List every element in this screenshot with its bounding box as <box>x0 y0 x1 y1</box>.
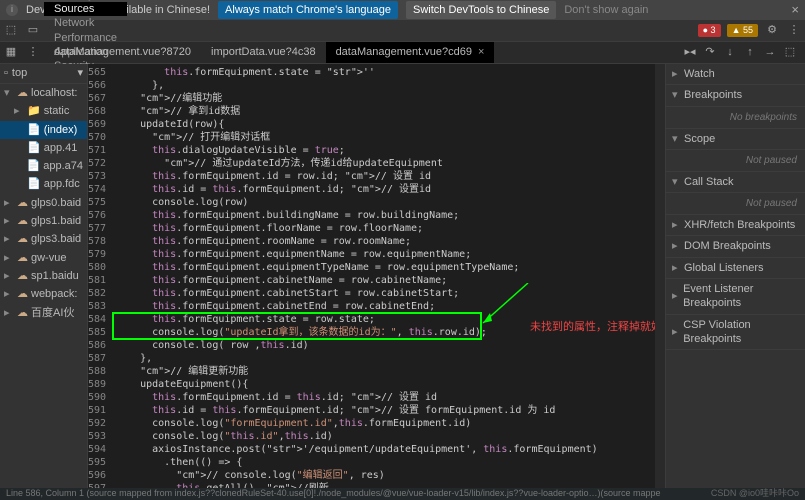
devtools-tabs: ⬚ ▭ ElementsConsoleMemorySourcesNetworkP… <box>0 20 805 42</box>
debug-section-global-listeners[interactable]: ▸Global Listeners <box>666 258 805 279</box>
source-file-tabs: ▦ ⋮ dataManagement.vue?8720importData.vu… <box>0 42 805 64</box>
file-tab[interactable]: dataManagement.vue?cd69× <box>326 42 495 63</box>
code-editor[interactable]: this.formEquipment.state = "str">'' }, "… <box>110 64 655 488</box>
navigator-top[interactable]: ▫top▾ <box>0 64 87 84</box>
nav-item[interactable]: 📄app.41 <box>0 139 87 157</box>
status-bar: Line 586, Column 1 (source mapped from i… <box>0 488 805 500</box>
inspect-icon[interactable]: ⬚ <box>0 23 22 37</box>
status-right: CSDN @io0哇咔咔Oo <box>711 488 799 500</box>
device-icon[interactable]: ▭ <box>22 23 44 37</box>
nav-item[interactable]: 📄app.a74 <box>0 157 87 175</box>
step-out-icon[interactable]: ↑ <box>743 46 757 60</box>
debug-section-msg: Not paused <box>666 150 805 172</box>
nav-item[interactable]: ▸☁百度AI伙 <box>0 304 87 322</box>
nav-item[interactable]: ▸☁glps1.baid <box>0 212 87 230</box>
pause-icon[interactable]: ▸◂ <box>683 46 697 60</box>
step-over-icon[interactable]: ↷ <box>703 46 717 60</box>
status-left: Line 586, Column 1 (source mapped from i… <box>6 488 661 500</box>
nav-item[interactable]: ▸☁webpack: <box>0 285 87 303</box>
settings-icon[interactable]: ⚙ <box>761 23 783 37</box>
close-banner-icon[interactable]: × <box>791 2 799 19</box>
nav-item[interactable]: ▸☁sp1.baidu <box>0 267 87 285</box>
file-tab[interactable]: importData.vue?4c38 <box>201 42 326 63</box>
debug-section-msg: Not paused <box>666 193 805 215</box>
warning-badge[interactable]: ▲ 55 <box>727 24 758 38</box>
debug-section-csp-violation-breakpoints[interactable]: ▸CSP Violation Breakpoints <box>666 315 805 351</box>
deactivate-bp-icon[interactable]: ⬚ <box>783 46 797 60</box>
more-icon[interactable]: ⋮ <box>783 23 805 37</box>
annotation-text: 未找到的属性，注释掉就好了 <box>530 321 655 334</box>
debug-section-call-stack[interactable]: ▾Call Stack <box>666 172 805 193</box>
nav-item[interactable]: 📄(index) <box>0 121 87 139</box>
debug-section-msg: No breakpoints <box>666 107 805 129</box>
info-icon: i <box>6 4 18 16</box>
error-badge[interactable]: ● 3 <box>698 24 721 38</box>
nav-item[interactable]: ▸📁static <box>0 102 87 120</box>
tab-sources[interactable]: Sources <box>44 2 127 16</box>
debug-sidebar: ▸Watch▾BreakpointsNo breakpoints▾ScopeNo… <box>665 64 805 488</box>
debug-section-xhr-fetch-breakpoints[interactable]: ▸XHR/fetch Breakpoints <box>666 215 805 236</box>
debug-section-breakpoints[interactable]: ▾Breakpoints <box>666 85 805 106</box>
switch-language-button[interactable]: Switch DevTools to Chinese <box>406 1 556 19</box>
dismiss-link[interactable]: Don't show again <box>564 3 648 17</box>
step-icon[interactable]: → <box>763 46 777 60</box>
close-tab-icon[interactable]: × <box>478 45 484 59</box>
nav-item[interactable]: ▾☁localhost: <box>0 84 87 102</box>
scrollbar[interactable] <box>655 64 665 488</box>
tab-network[interactable]: Network <box>44 16 127 30</box>
line-gutter: 565 566 567 568 569 570 571 572 573 574 … <box>88 64 110 488</box>
debug-section-dom-breakpoints[interactable]: ▸DOM Breakpoints <box>666 236 805 257</box>
file-tab[interactable]: dataManagement.vue?8720 <box>44 42 201 63</box>
step-in-icon[interactable]: ↓ <box>723 46 737 60</box>
debug-section-watch[interactable]: ▸Watch <box>666 64 805 85</box>
nav-item[interactable]: 📄app.fdc <box>0 175 87 193</box>
file-navigator: ▫top▾ ▾☁localhost:▸📁static📄(index)📄app.4… <box>0 64 88 488</box>
debug-controls: ▸◂ ↷ ↓ ↑ → ⬚ <box>683 46 805 60</box>
match-language-button[interactable]: Always match Chrome's language <box>218 1 398 19</box>
nav-item[interactable]: ▸☁gw-vue <box>0 249 87 267</box>
debug-section-scope[interactable]: ▾Scope <box>666 129 805 150</box>
more-files-icon[interactable]: ⋮ <box>22 45 44 59</box>
nav-item[interactable]: ▸☁glps0.baid <box>0 194 87 212</box>
navigator-toggle-icon[interactable]: ▦ <box>0 45 22 59</box>
nav-item[interactable]: ▸☁glps3.baid <box>0 230 87 248</box>
debug-section-event-listener-breakpoints[interactable]: ▸Event Listener Breakpoints <box>666 279 805 315</box>
